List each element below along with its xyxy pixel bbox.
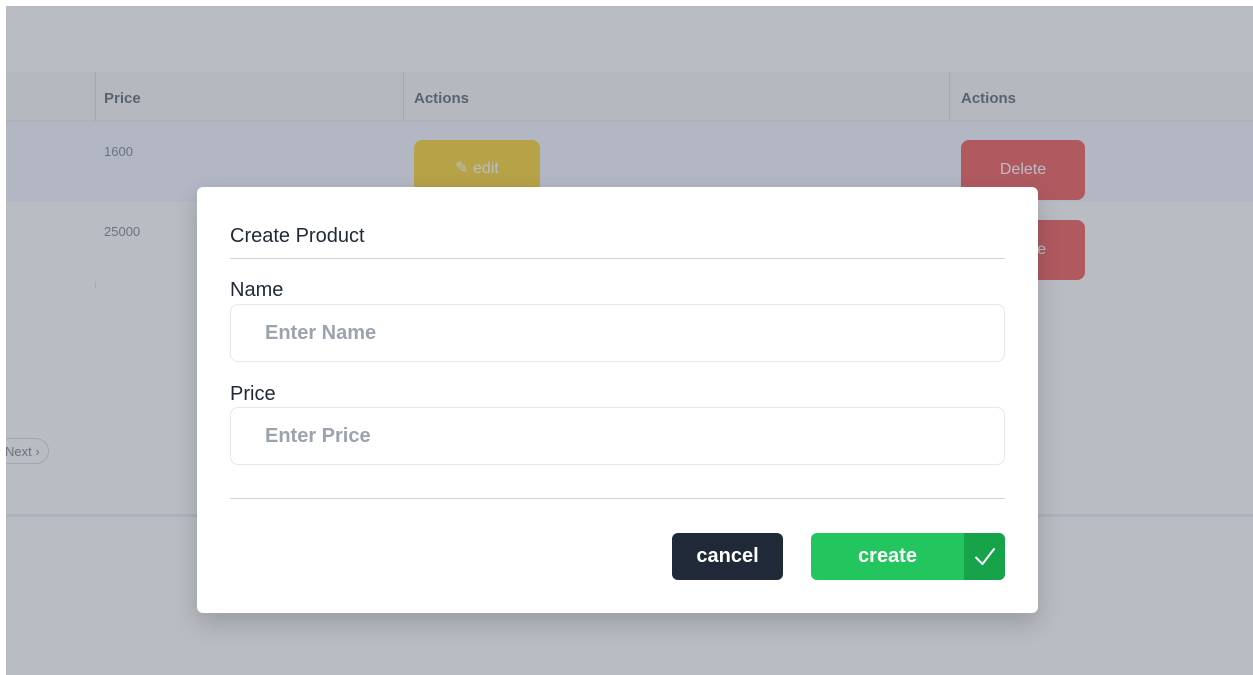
price-input[interactable] [230,407,1005,465]
app-frame: Price Actions Actions 1600 ✎ edit Delete… [6,6,1253,675]
check-icon [964,533,1005,580]
create-product-modal: Create Product Name Price cancel create [197,187,1038,613]
price-label: Price [230,383,276,405]
check-icon-graphic [974,547,995,565]
modal-title: Create Product [230,225,365,247]
name-input[interactable] [230,304,1005,362]
create-button[interactable]: create [811,533,1005,580]
modal-footer-divider [230,498,1005,499]
create-button-label: create [858,545,917,567]
modal-header-divider [230,258,1005,259]
name-label: Name [230,279,284,301]
cancel-button[interactable]: cancel [672,533,783,580]
